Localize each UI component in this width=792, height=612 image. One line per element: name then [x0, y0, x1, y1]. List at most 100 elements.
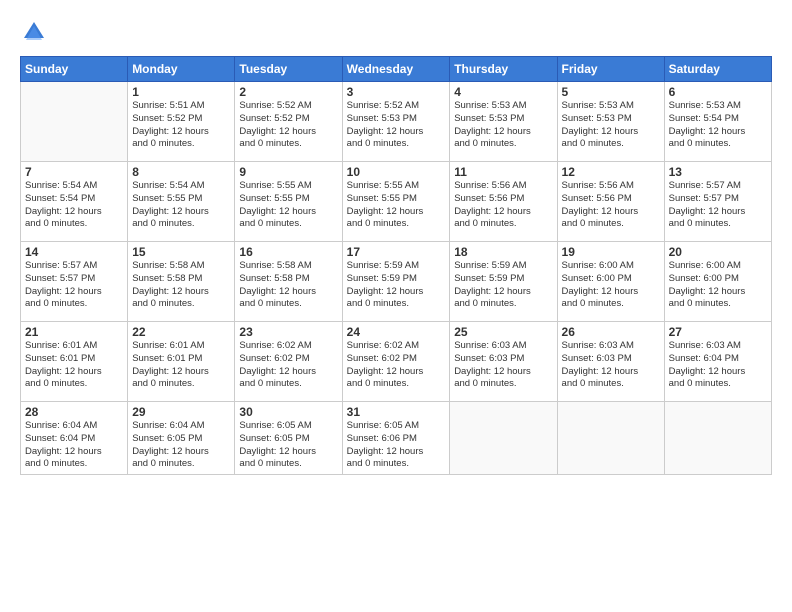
calendar-cell: 17Sunrise: 5:59 AM Sunset: 5:59 PM Dayli…: [342, 242, 450, 322]
calendar-header-row: SundayMondayTuesdayWednesdayThursdayFrid…: [21, 57, 772, 82]
calendar-cell: 7Sunrise: 5:54 AM Sunset: 5:54 PM Daylig…: [21, 162, 128, 242]
day-number: 10: [347, 165, 446, 179]
day-number: 8: [132, 165, 230, 179]
calendar-cell: 8Sunrise: 5:54 AM Sunset: 5:55 PM Daylig…: [128, 162, 235, 242]
calendar-week-1: 7Sunrise: 5:54 AM Sunset: 5:54 PM Daylig…: [21, 162, 772, 242]
calendar-header-friday: Friday: [557, 57, 664, 82]
day-number: 23: [239, 325, 337, 339]
calendar-header-monday: Monday: [128, 57, 235, 82]
day-info: Sunrise: 5:58 AM Sunset: 5:58 PM Dayligh…: [239, 260, 337, 311]
day-number: 22: [132, 325, 230, 339]
day-info: Sunrise: 6:04 AM Sunset: 6:05 PM Dayligh…: [132, 420, 230, 471]
day-info: Sunrise: 5:53 AM Sunset: 5:53 PM Dayligh…: [454, 100, 552, 151]
day-number: 24: [347, 325, 446, 339]
day-info: Sunrise: 6:00 AM Sunset: 6:00 PM Dayligh…: [669, 260, 767, 311]
calendar-table: SundayMondayTuesdayWednesdayThursdayFrid…: [20, 56, 772, 475]
day-info: Sunrise: 5:53 AM Sunset: 5:54 PM Dayligh…: [669, 100, 767, 151]
calendar-cell: 5Sunrise: 5:53 AM Sunset: 5:53 PM Daylig…: [557, 82, 664, 162]
day-number: 1: [132, 85, 230, 99]
calendar-cell: 13Sunrise: 5:57 AM Sunset: 5:57 PM Dayli…: [664, 162, 771, 242]
calendar-cell: 10Sunrise: 5:55 AM Sunset: 5:55 PM Dayli…: [342, 162, 450, 242]
day-number: 25: [454, 325, 552, 339]
day-info: Sunrise: 6:05 AM Sunset: 6:05 PM Dayligh…: [239, 420, 337, 471]
day-number: 11: [454, 165, 552, 179]
day-number: 19: [562, 245, 660, 259]
calendar-cell: 29Sunrise: 6:04 AM Sunset: 6:05 PM Dayli…: [128, 402, 235, 475]
logo-icon: [20, 18, 48, 46]
day-number: 14: [25, 245, 123, 259]
day-info: Sunrise: 5:57 AM Sunset: 5:57 PM Dayligh…: [25, 260, 123, 311]
calendar-header-saturday: Saturday: [664, 57, 771, 82]
day-info: Sunrise: 6:01 AM Sunset: 6:01 PM Dayligh…: [132, 340, 230, 391]
day-number: 7: [25, 165, 123, 179]
day-info: Sunrise: 5:56 AM Sunset: 5:56 PM Dayligh…: [562, 180, 660, 231]
day-number: 6: [669, 85, 767, 99]
day-info: Sunrise: 6:05 AM Sunset: 6:06 PM Dayligh…: [347, 420, 446, 471]
day-info: Sunrise: 6:00 AM Sunset: 6:00 PM Dayligh…: [562, 260, 660, 311]
day-number: 12: [562, 165, 660, 179]
day-info: Sunrise: 5:51 AM Sunset: 5:52 PM Dayligh…: [132, 100, 230, 151]
calendar-cell: 1Sunrise: 5:51 AM Sunset: 5:52 PM Daylig…: [128, 82, 235, 162]
calendar-cell: 27Sunrise: 6:03 AM Sunset: 6:04 PM Dayli…: [664, 322, 771, 402]
calendar-cell: 12Sunrise: 5:56 AM Sunset: 5:56 PM Dayli…: [557, 162, 664, 242]
day-info: Sunrise: 5:57 AM Sunset: 5:57 PM Dayligh…: [669, 180, 767, 231]
page: SundayMondayTuesdayWednesdayThursdayFrid…: [0, 0, 792, 612]
day-number: 27: [669, 325, 767, 339]
calendar-cell: 19Sunrise: 6:00 AM Sunset: 6:00 PM Dayli…: [557, 242, 664, 322]
day-number: 20: [669, 245, 767, 259]
day-info: Sunrise: 5:52 AM Sunset: 5:52 PM Dayligh…: [239, 100, 337, 151]
day-number: 13: [669, 165, 767, 179]
calendar-header-thursday: Thursday: [450, 57, 557, 82]
day-number: 29: [132, 405, 230, 419]
calendar-header-tuesday: Tuesday: [235, 57, 342, 82]
calendar-cell: 11Sunrise: 5:56 AM Sunset: 5:56 PM Dayli…: [450, 162, 557, 242]
logo: [20, 18, 52, 46]
day-info: Sunrise: 5:58 AM Sunset: 5:58 PM Dayligh…: [132, 260, 230, 311]
calendar-cell: 20Sunrise: 6:00 AM Sunset: 6:00 PM Dayli…: [664, 242, 771, 322]
calendar-header-sunday: Sunday: [21, 57, 128, 82]
calendar-header-wednesday: Wednesday: [342, 57, 450, 82]
day-info: Sunrise: 6:03 AM Sunset: 6:04 PM Dayligh…: [669, 340, 767, 391]
calendar-cell: 16Sunrise: 5:58 AM Sunset: 5:58 PM Dayli…: [235, 242, 342, 322]
day-info: Sunrise: 6:03 AM Sunset: 6:03 PM Dayligh…: [454, 340, 552, 391]
calendar-cell: 9Sunrise: 5:55 AM Sunset: 5:55 PM Daylig…: [235, 162, 342, 242]
day-info: Sunrise: 5:55 AM Sunset: 5:55 PM Dayligh…: [347, 180, 446, 231]
day-info: Sunrise: 5:56 AM Sunset: 5:56 PM Dayligh…: [454, 180, 552, 231]
day-number: 9: [239, 165, 337, 179]
day-info: Sunrise: 6:03 AM Sunset: 6:03 PM Dayligh…: [562, 340, 660, 391]
header: [20, 18, 772, 46]
calendar-cell: 22Sunrise: 6:01 AM Sunset: 6:01 PM Dayli…: [128, 322, 235, 402]
calendar-cell: 18Sunrise: 5:59 AM Sunset: 5:59 PM Dayli…: [450, 242, 557, 322]
calendar-cell: 3Sunrise: 5:52 AM Sunset: 5:53 PM Daylig…: [342, 82, 450, 162]
day-info: Sunrise: 5:54 AM Sunset: 5:54 PM Dayligh…: [25, 180, 123, 231]
calendar-cell: 31Sunrise: 6:05 AM Sunset: 6:06 PM Dayli…: [342, 402, 450, 475]
day-number: 4: [454, 85, 552, 99]
day-number: 3: [347, 85, 446, 99]
day-info: Sunrise: 6:04 AM Sunset: 6:04 PM Dayligh…: [25, 420, 123, 471]
calendar-cell: [450, 402, 557, 475]
day-number: 28: [25, 405, 123, 419]
day-info: Sunrise: 5:53 AM Sunset: 5:53 PM Dayligh…: [562, 100, 660, 151]
day-number: 5: [562, 85, 660, 99]
day-number: 30: [239, 405, 337, 419]
day-info: Sunrise: 6:02 AM Sunset: 6:02 PM Dayligh…: [239, 340, 337, 391]
calendar-cell: 24Sunrise: 6:02 AM Sunset: 6:02 PM Dayli…: [342, 322, 450, 402]
calendar-cell: 23Sunrise: 6:02 AM Sunset: 6:02 PM Dayli…: [235, 322, 342, 402]
day-info: Sunrise: 6:02 AM Sunset: 6:02 PM Dayligh…: [347, 340, 446, 391]
calendar-cell: 26Sunrise: 6:03 AM Sunset: 6:03 PM Dayli…: [557, 322, 664, 402]
calendar-week-3: 21Sunrise: 6:01 AM Sunset: 6:01 PM Dayli…: [21, 322, 772, 402]
day-info: Sunrise: 5:59 AM Sunset: 5:59 PM Dayligh…: [347, 260, 446, 311]
calendar-cell: 25Sunrise: 6:03 AM Sunset: 6:03 PM Dayli…: [450, 322, 557, 402]
day-number: 17: [347, 245, 446, 259]
day-info: Sunrise: 5:59 AM Sunset: 5:59 PM Dayligh…: [454, 260, 552, 311]
day-number: 26: [562, 325, 660, 339]
day-number: 18: [454, 245, 552, 259]
day-number: 31: [347, 405, 446, 419]
day-number: 21: [25, 325, 123, 339]
day-info: Sunrise: 5:52 AM Sunset: 5:53 PM Dayligh…: [347, 100, 446, 151]
day-info: Sunrise: 5:55 AM Sunset: 5:55 PM Dayligh…: [239, 180, 337, 231]
calendar-cell: 14Sunrise: 5:57 AM Sunset: 5:57 PM Dayli…: [21, 242, 128, 322]
calendar-cell: 28Sunrise: 6:04 AM Sunset: 6:04 PM Dayli…: [21, 402, 128, 475]
calendar-cell: 6Sunrise: 5:53 AM Sunset: 5:54 PM Daylig…: [664, 82, 771, 162]
day-info: Sunrise: 6:01 AM Sunset: 6:01 PM Dayligh…: [25, 340, 123, 391]
